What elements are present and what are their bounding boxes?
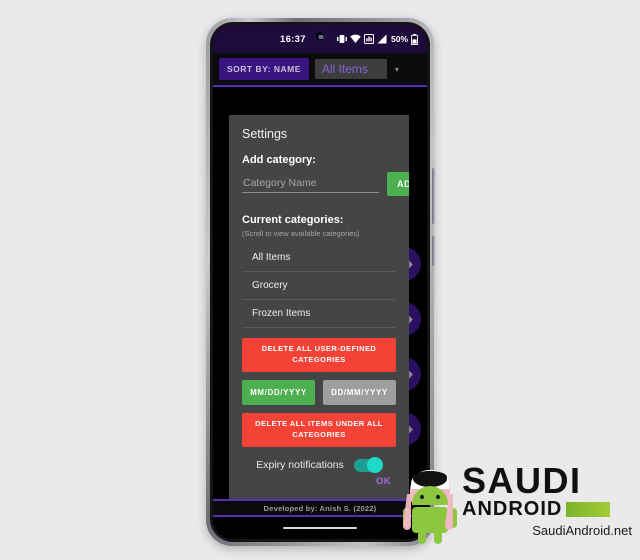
- watermark-android-row: ANDROID: [462, 498, 632, 521]
- android-mascot-icon: [403, 470, 457, 544]
- watermark-line-saudi: SAUDI: [462, 460, 582, 501]
- watermark-url: SaudiAndroid.net: [532, 523, 632, 539]
- list-item[interactable]: All Items: [242, 244, 396, 272]
- ok-button[interactable]: OK: [376, 476, 391, 487]
- status-icons: 50%: [336, 33, 418, 45]
- wifi-icon: [350, 34, 361, 43]
- categories-list: All Items Grocery Frozen Items: [242, 244, 396, 328]
- settings-dialog: Settings Add category: ADD Current categ…: [229, 115, 409, 499]
- expiry-notifications-row: Expiry notifications: [242, 457, 396, 473]
- footer-credit-text: Developed by: Anish S. (2022): [263, 503, 377, 513]
- status-time: 16:37: [280, 33, 306, 45]
- add-category-button[interactable]: ADD: [387, 172, 409, 196]
- list-item[interactable]: Grocery: [242, 272, 396, 300]
- vibrate-icon: [336, 35, 347, 43]
- current-categories-label: Current categories:: [242, 214, 344, 226]
- expiry-notifications-toggle[interactable]: [353, 457, 383, 473]
- chevron-down-icon[interactable]: ▾: [395, 65, 399, 74]
- home-indicator[interactable]: [283, 526, 357, 530]
- front-camera-icon: [314, 31, 326, 42]
- list-item[interactable]: Frozen Items: [242, 300, 396, 328]
- add-category-label: Add category:: [242, 154, 316, 166]
- current-categories-hint: (Scroll to view available categories): [242, 229, 360, 238]
- dialog-title: Settings: [242, 127, 288, 141]
- app-notification-icon: [363, 34, 374, 44]
- status-bar: 16:37 50%: [213, 25, 427, 53]
- app-content-area: Settings Add category: ADD Current categ…: [213, 87, 427, 499]
- expiry-notifications-label: Expiry notifications: [256, 459, 344, 471]
- app-toolbar: SORT BY: NAME All Items ▾: [213, 53, 427, 87]
- category-name-input[interactable]: [242, 175, 379, 193]
- volume-button[interactable]: [432, 236, 435, 266]
- date-format-row: MM/DD/YYYY DD/MM/YYYY: [242, 379, 396, 405]
- signal-icon: [377, 34, 387, 44]
- category-filter-spinner[interactable]: All Items: [314, 59, 387, 79]
- system-navigation-bar: [213, 517, 427, 539]
- phone-screen: 16:37 50% SORT BY: NAME All Items ▾ Sett…: [213, 25, 427, 539]
- power-button[interactable]: [432, 168, 435, 224]
- battery-icon: [411, 33, 418, 45]
- date-format-ddmmyyyy-button[interactable]: DD/MM/YYYY: [323, 379, 396, 405]
- delete-all-items-button[interactable]: DELETE ALL ITEMS UNDER ALL CATEGORIES: [242, 412, 396, 447]
- battery-percent-label: 50%: [390, 34, 408, 44]
- date-format-mmddyyyy-button[interactable]: MM/DD/YYYY: [242, 379, 315, 405]
- saudi-android-watermark: SAUDI ANDROID SaudiAndroid.net: [396, 462, 640, 560]
- watermark-line-android: ANDROID: [462, 498, 563, 521]
- watermark-green-bar: [566, 502, 611, 518]
- sort-by-name-button[interactable]: SORT BY: NAME: [219, 58, 309, 80]
- watermark-text-block: SAUDI ANDROID SaudiAndroid.net: [462, 460, 632, 539]
- app-footer: Developed by: Anish S. (2022): [213, 499, 427, 517]
- add-category-row: ADD: [242, 172, 409, 196]
- delete-all-user-defined-categories-button[interactable]: DELETE ALL USER-DEFINED CATEGORIES: [242, 338, 396, 372]
